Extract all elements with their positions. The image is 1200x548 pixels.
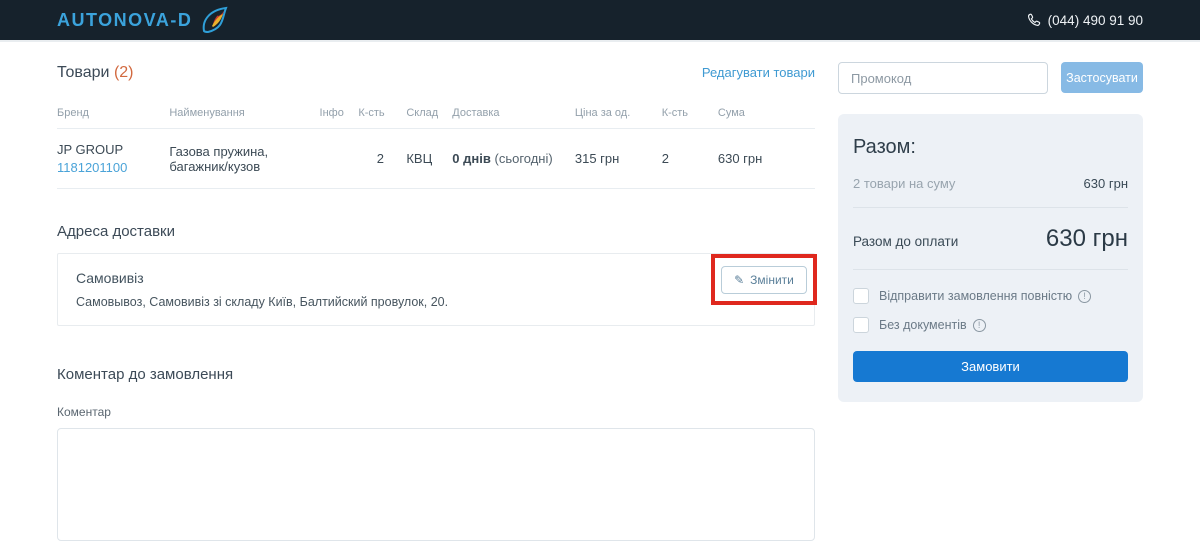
total-label: Разом до оплати <box>853 234 958 249</box>
edit-products-link[interactable]: Редагувати товари <box>702 65 815 80</box>
summary-divider-1 <box>853 207 1128 208</box>
column-header-price: Ціна за од. <box>575 98 662 129</box>
info-icon[interactable]: ! <box>973 319 986 332</box>
summary-divider-2 <box>853 269 1128 270</box>
no-documents-option: Без документів ! <box>853 317 1128 333</box>
change-button-label: Змінити <box>750 273 794 287</box>
products-title: Товари (2) <box>57 64 134 82</box>
column-header-qty2: К-сть <box>662 98 718 129</box>
full-shipment-label-text: Відправити замовлення повністю <box>879 289 1072 303</box>
cell-unit-price: 315 грн <box>575 129 662 189</box>
right-column: Застосувати Разом: 2 товари на суму 630 … <box>838 60 1143 541</box>
cell-delivery: 0 днів (сьогодні) <box>452 129 575 189</box>
place-order-button[interactable]: Замовити <box>853 351 1128 382</box>
column-header-delivery: Доставка <box>452 98 575 129</box>
phone-number: (044) 490 91 90 <box>1048 13 1143 28</box>
summary-title: Разом: <box>853 136 1128 159</box>
full-shipment-checkbox[interactable] <box>853 288 869 304</box>
phone-icon <box>1027 13 1041 27</box>
table-header-row: Бренд Найменування Інфо К-сть Склад Дост… <box>57 98 815 129</box>
summary-total-row: Разом до оплати 630 грн <box>853 225 1128 253</box>
column-header-info: Інфо <box>320 98 359 129</box>
delivery-note: (сьогодні) <box>494 151 552 166</box>
full-shipment-label: Відправити замовлення повністю ! <box>879 289 1091 303</box>
comment-textarea[interactable] <box>57 428 815 541</box>
delivery-address-title: Адреса доставки <box>57 223 815 240</box>
order-summary-panel: Разом: 2 товари на суму 630 грн Разом до… <box>838 114 1143 402</box>
items-sum-value: 630 грн <box>1084 176 1128 191</box>
cell-quantity-2: 2 <box>662 129 718 189</box>
brand-name: AUTONOVA-D <box>57 10 192 31</box>
no-documents-checkbox[interactable] <box>853 317 869 333</box>
cell-warehouse: КВЦ <box>406 129 452 189</box>
main-content: Товари (2) Редагувати товари Бренд Найме… <box>0 42 1200 541</box>
brand-logo[interactable]: AUTONOVA-D <box>57 6 230 34</box>
summary-items-row: 2 товари на суму 630 грн <box>853 176 1128 191</box>
cell-info <box>320 129 359 189</box>
left-column: Товари (2) Редагувати товари Бренд Найме… <box>57 60 815 541</box>
column-header-qty: К-сть <box>358 98 406 129</box>
promo-code-input[interactable] <box>838 62 1048 94</box>
products-title-text: Товари <box>57 64 109 81</box>
table-row: JP GROUP 1181201100 Газова пружина, бага… <box>57 129 815 189</box>
delivery-method: Самовивіз <box>76 270 796 286</box>
promo-code-row: Застосувати <box>838 62 1143 94</box>
top-header-bar: AUTONOVA-D (044) 490 91 90 <box>0 0 1200 42</box>
cell-brand: JP GROUP 1181201100 <box>57 129 169 189</box>
column-header-warehouse: Склад <box>406 98 452 129</box>
column-header-name: Найменування <box>169 98 319 129</box>
info-icon[interactable]: ! <box>1078 290 1091 303</box>
comment-field-label: Коментар <box>57 405 815 419</box>
change-address-button[interactable]: ✎ Змінити <box>721 266 807 294</box>
apply-promo-button[interactable]: Застосувати <box>1061 62 1143 93</box>
no-documents-label-text: Без документів <box>879 318 967 332</box>
cell-sum: 630 грн <box>718 129 815 189</box>
no-documents-label: Без документів ! <box>879 318 986 332</box>
products-header: Товари (2) Редагувати товари <box>57 64 815 82</box>
brand-leaf-icon <box>200 6 230 34</box>
comment-section-title: Коментар до замовлення <box>57 366 815 383</box>
items-count-label: 2 товари на суму <box>853 176 955 191</box>
products-table: Бренд Найменування Інфо К-сть Склад Дост… <box>57 98 815 189</box>
cell-quantity: 2 <box>358 129 406 189</box>
pencil-icon: ✎ <box>734 273 744 287</box>
brand-label: JP GROUP <box>57 142 123 157</box>
total-value: 630 грн <box>1046 225 1128 253</box>
delivery-address-text: Самовывоз, Самовивіз зі складу Київ, Бал… <box>76 295 796 309</box>
article-number-link[interactable]: 1181201100 <box>57 160 165 175</box>
header-phone[interactable]: (044) 490 91 90 <box>1027 13 1143 28</box>
annotation-highlight-box: ✎ Змінити <box>711 254 817 305</box>
cell-product-name: Газова пружина, багажник/кузов <box>169 129 319 189</box>
column-header-brand: Бренд <box>57 98 169 129</box>
column-header-sum: Сума <box>718 98 815 129</box>
products-count: (2) <box>114 64 134 81</box>
delivery-days: 0 днів <box>452 151 491 166</box>
full-shipment-option: Відправити замовлення повністю ! <box>853 288 1128 304</box>
delivery-address-card: Самовивіз Самовывоз, Самовивіз зі складу… <box>57 253 815 326</box>
